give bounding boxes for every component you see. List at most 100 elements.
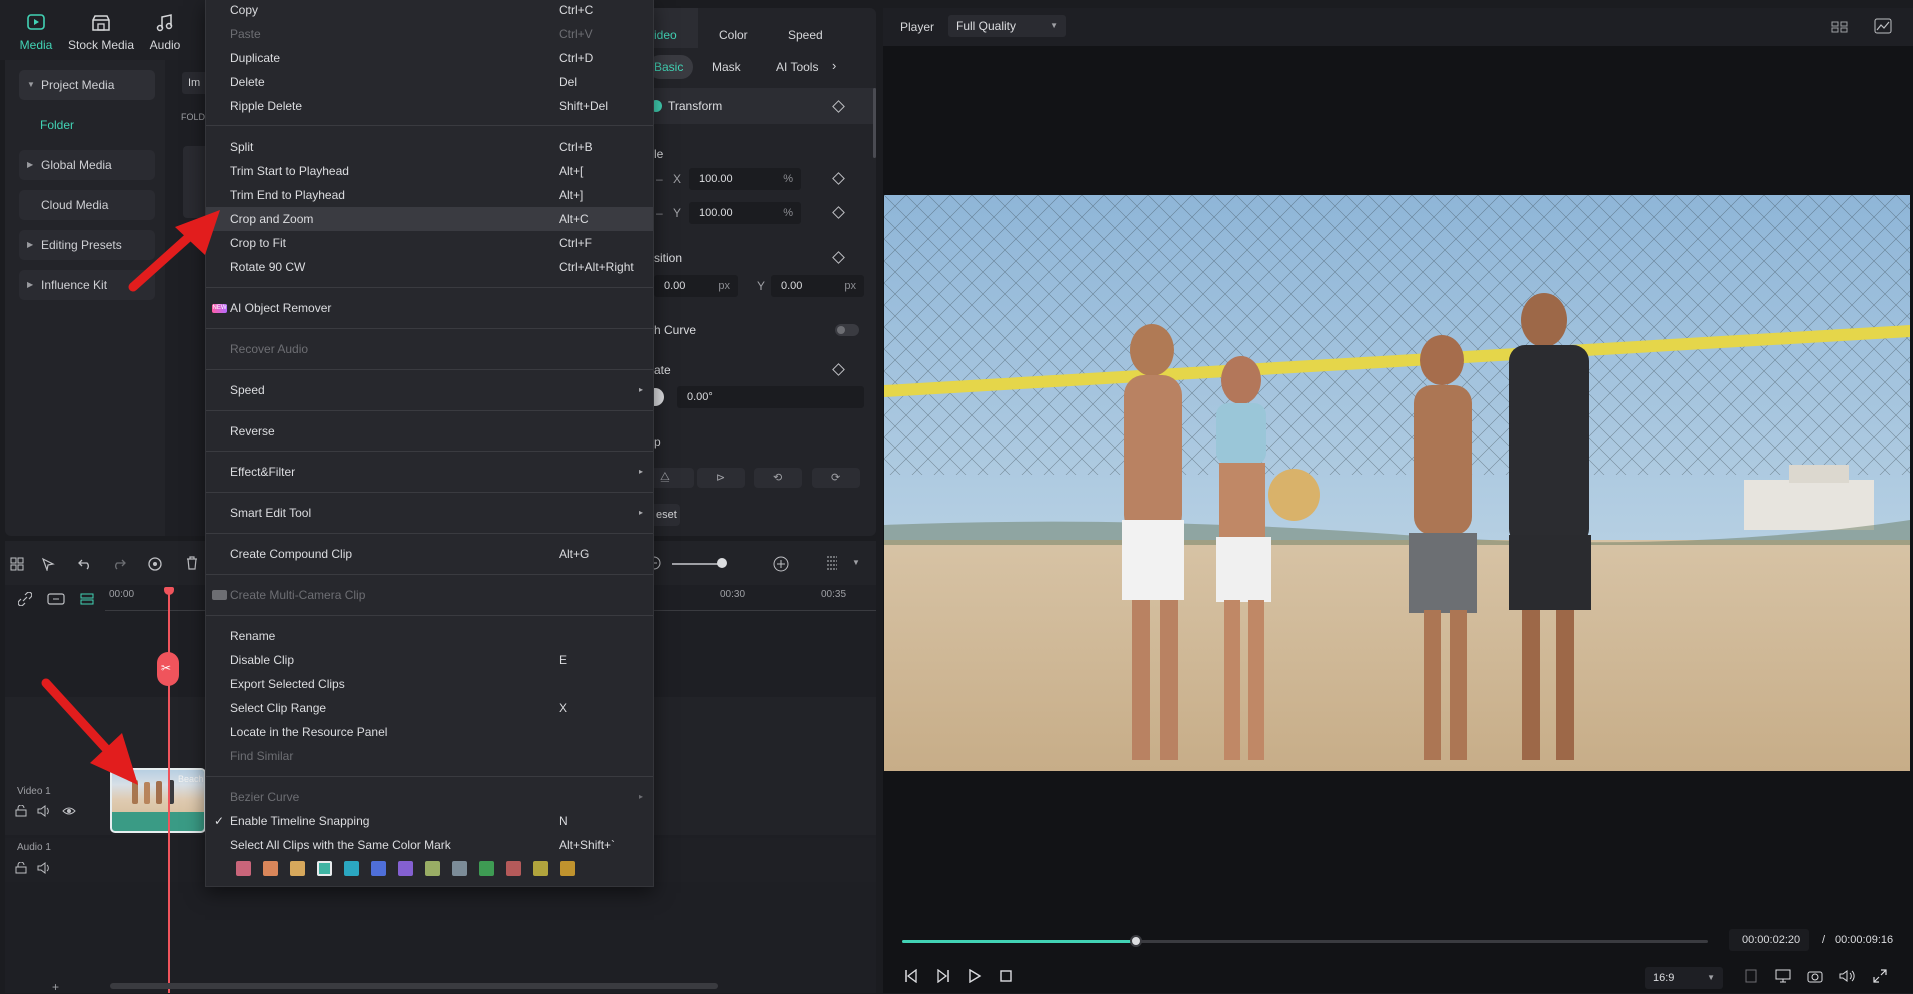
color-mark-swatch[interactable] [290, 861, 305, 876]
keyframe-icon[interactable] [832, 206, 845, 219]
menu-item-create-compound-clip[interactable]: Create Compound Clip Alt+G [206, 542, 653, 566]
track-height-icon[interactable] [825, 555, 839, 570]
lock-icon[interactable] [15, 805, 29, 819]
mark-icon[interactable] [1745, 969, 1757, 983]
previous-frame-icon[interactable] [903, 969, 919, 983]
split-marker[interactable]: ✂ [157, 652, 179, 686]
subtab-ai-tools[interactable]: AI Tools [776, 55, 818, 79]
timeline-scrollbar[interactable] [110, 983, 718, 989]
add-track-icon[interactable] [47, 592, 65, 606]
menu-item-crop-and-zoom[interactable]: Crop and Zoom Alt+C [206, 207, 653, 231]
subtab-basic[interactable]: Basic [648, 55, 694, 79]
rotate-input[interactable]: 0.00° [677, 386, 864, 408]
color-mark-swatch[interactable] [533, 861, 548, 876]
tab-audio[interactable]: Audio [130, 12, 200, 52]
eye-icon[interactable] [62, 805, 76, 819]
stop-icon[interactable] [999, 969, 1013, 983]
lock-icon[interactable] [15, 862, 29, 876]
link-icon[interactable] [18, 592, 32, 606]
playback-progress-track[interactable] [902, 940, 1708, 943]
display-icon[interactable] [1775, 969, 1791, 983]
scrollbar[interactable] [873, 88, 876, 158]
tab-stock-media[interactable]: Stock Media [66, 12, 136, 52]
layout-icon[interactable] [10, 557, 24, 571]
position-y-input[interactable]: 0.00 px [771, 275, 864, 297]
tab-speed[interactable]: Speed [788, 28, 823, 42]
speaker-icon[interactable] [37, 862, 51, 876]
tab-color[interactable]: Color [719, 28, 748, 42]
color-mark-swatch[interactable] [236, 861, 251, 876]
zoom-in-icon[interactable] [773, 556, 789, 572]
waveform-monitor-icon[interactable] [1874, 18, 1892, 34]
color-mark-swatch[interactable] [560, 861, 575, 876]
tab-media[interactable]: Media [1, 12, 71, 52]
keyframe-icon[interactable] [832, 100, 845, 113]
sidebar-item-folder[interactable]: Folder [40, 118, 74, 132]
flip-vertical-button[interactable]: ⊳ [697, 468, 745, 488]
volume-icon[interactable] [1839, 969, 1855, 983]
keyframe-icon[interactable] [832, 251, 845, 264]
menu-item-delete[interactable]: Delete Del [206, 70, 653, 94]
menu-item-crop-to-fit[interactable]: Crop to Fit Ctrl+F [206, 231, 653, 255]
menu-item-rotate-90-cw[interactable]: Rotate 90 CW Ctrl+Alt+Right [206, 255, 653, 279]
color-mark-swatch[interactable] [425, 861, 440, 876]
play-icon[interactable] [968, 969, 982, 983]
path-curve-toggle[interactable] [835, 324, 859, 336]
menu-item-rename[interactable]: Rename [206, 624, 653, 648]
subtab-mask[interactable]: Mask [712, 55, 741, 79]
menu-item-speed[interactable]: Speed ▸ [206, 378, 653, 402]
menu-item-ai-object-remover[interactable]: NEW AI Object Remover [206, 296, 653, 320]
menu-item-export-selected-clips[interactable]: Export Selected Clips [206, 672, 653, 696]
next-frame-icon[interactable] [935, 969, 951, 983]
color-mark-swatch[interactable] [452, 861, 467, 876]
playback-progress-handle[interactable] [1129, 935, 1142, 947]
keyframe-icon[interactable] [832, 363, 845, 376]
menu-item-trim-end[interactable]: Trim End to Playhead Alt+] [206, 183, 653, 207]
menu-item-locate-in-resource-panel[interactable]: Locate in the Resource Panel [206, 720, 653, 744]
scale-x-input[interactable]: 100.00% [689, 168, 801, 190]
sidebar-item-global-media[interactable]: ▶ Global Media [19, 150, 155, 180]
redo-icon[interactable] [112, 556, 126, 570]
color-mark-swatch[interactable] [317, 861, 332, 876]
color-mark-swatch[interactable] [371, 861, 386, 876]
tab-video[interactable]: ideo [654, 28, 677, 42]
menu-item-select-clip-range[interactable]: Select Clip Range X [206, 696, 653, 720]
rotate-right-button[interactable]: ⟳ [812, 468, 860, 488]
menu-item-ripple-delete[interactable]: Ripple Delete Shift+Del [206, 94, 653, 118]
quality-select[interactable]: Full Quality ▼ [948, 15, 1066, 37]
speaker-icon[interactable] [37, 805, 51, 819]
ai-edit-icon[interactable] [147, 556, 162, 571]
fullscreen-icon[interactable] [1873, 969, 1887, 983]
menu-item-enable-timeline-snapping[interactable]: ✓ Enable Timeline Snapping N [206, 809, 653, 833]
add-icon[interactable]: + [52, 980, 59, 994]
color-mark-swatch[interactable] [479, 861, 494, 876]
grid-view-icon[interactable] [1831, 19, 1849, 35]
menu-item-copy[interactable]: Copy Ctrl+C [206, 0, 653, 22]
menu-item-disable-clip[interactable]: Disable Clip E [206, 648, 653, 672]
track-manager-icon[interactable] [80, 592, 94, 606]
keyframe-icon[interactable] [832, 172, 845, 185]
chevron-right-icon[interactable]: › [832, 58, 836, 73]
color-mark-swatch[interactable] [263, 861, 278, 876]
select-tool-icon[interactable] [41, 557, 55, 571]
chevron-down-icon[interactable]: ▼ [852, 558, 860, 567]
menu-item-split[interactable]: Split Ctrl+B [206, 135, 653, 159]
scale-y-input[interactable]: 100.00% [689, 202, 801, 224]
color-mark-swatch[interactable] [344, 861, 359, 876]
color-mark-swatch[interactable] [506, 861, 521, 876]
video-preview[interactable] [884, 195, 1910, 771]
zoom-slider-handle[interactable] [717, 558, 727, 568]
delete-icon[interactable] [185, 556, 199, 570]
position-x-input[interactable]: 0.00 px [654, 275, 738, 297]
menu-item-reverse[interactable]: Reverse [206, 419, 653, 443]
aspect-ratio-select[interactable]: 16:9 ▼ [1645, 967, 1723, 989]
transform-section-header[interactable]: Transform [650, 88, 876, 124]
color-mark-swatch[interactable] [398, 861, 413, 876]
rotate-left-button[interactable]: ⟲ [754, 468, 802, 488]
snapshot-icon[interactable] [1807, 969, 1823, 983]
sidebar-item-project-media[interactable]: ▼ Project Media [19, 70, 155, 100]
menu-item-trim-start[interactable]: Trim Start to Playhead Alt+[ [206, 159, 653, 183]
menu-item-smart-edit-tool[interactable]: Smart Edit Tool ▸ [206, 501, 653, 525]
menu-item-duplicate[interactable]: Duplicate Ctrl+D [206, 46, 653, 70]
menu-item-select-same-color-mark[interactable]: Select All Clips with the Same Color Mar… [206, 833, 653, 857]
